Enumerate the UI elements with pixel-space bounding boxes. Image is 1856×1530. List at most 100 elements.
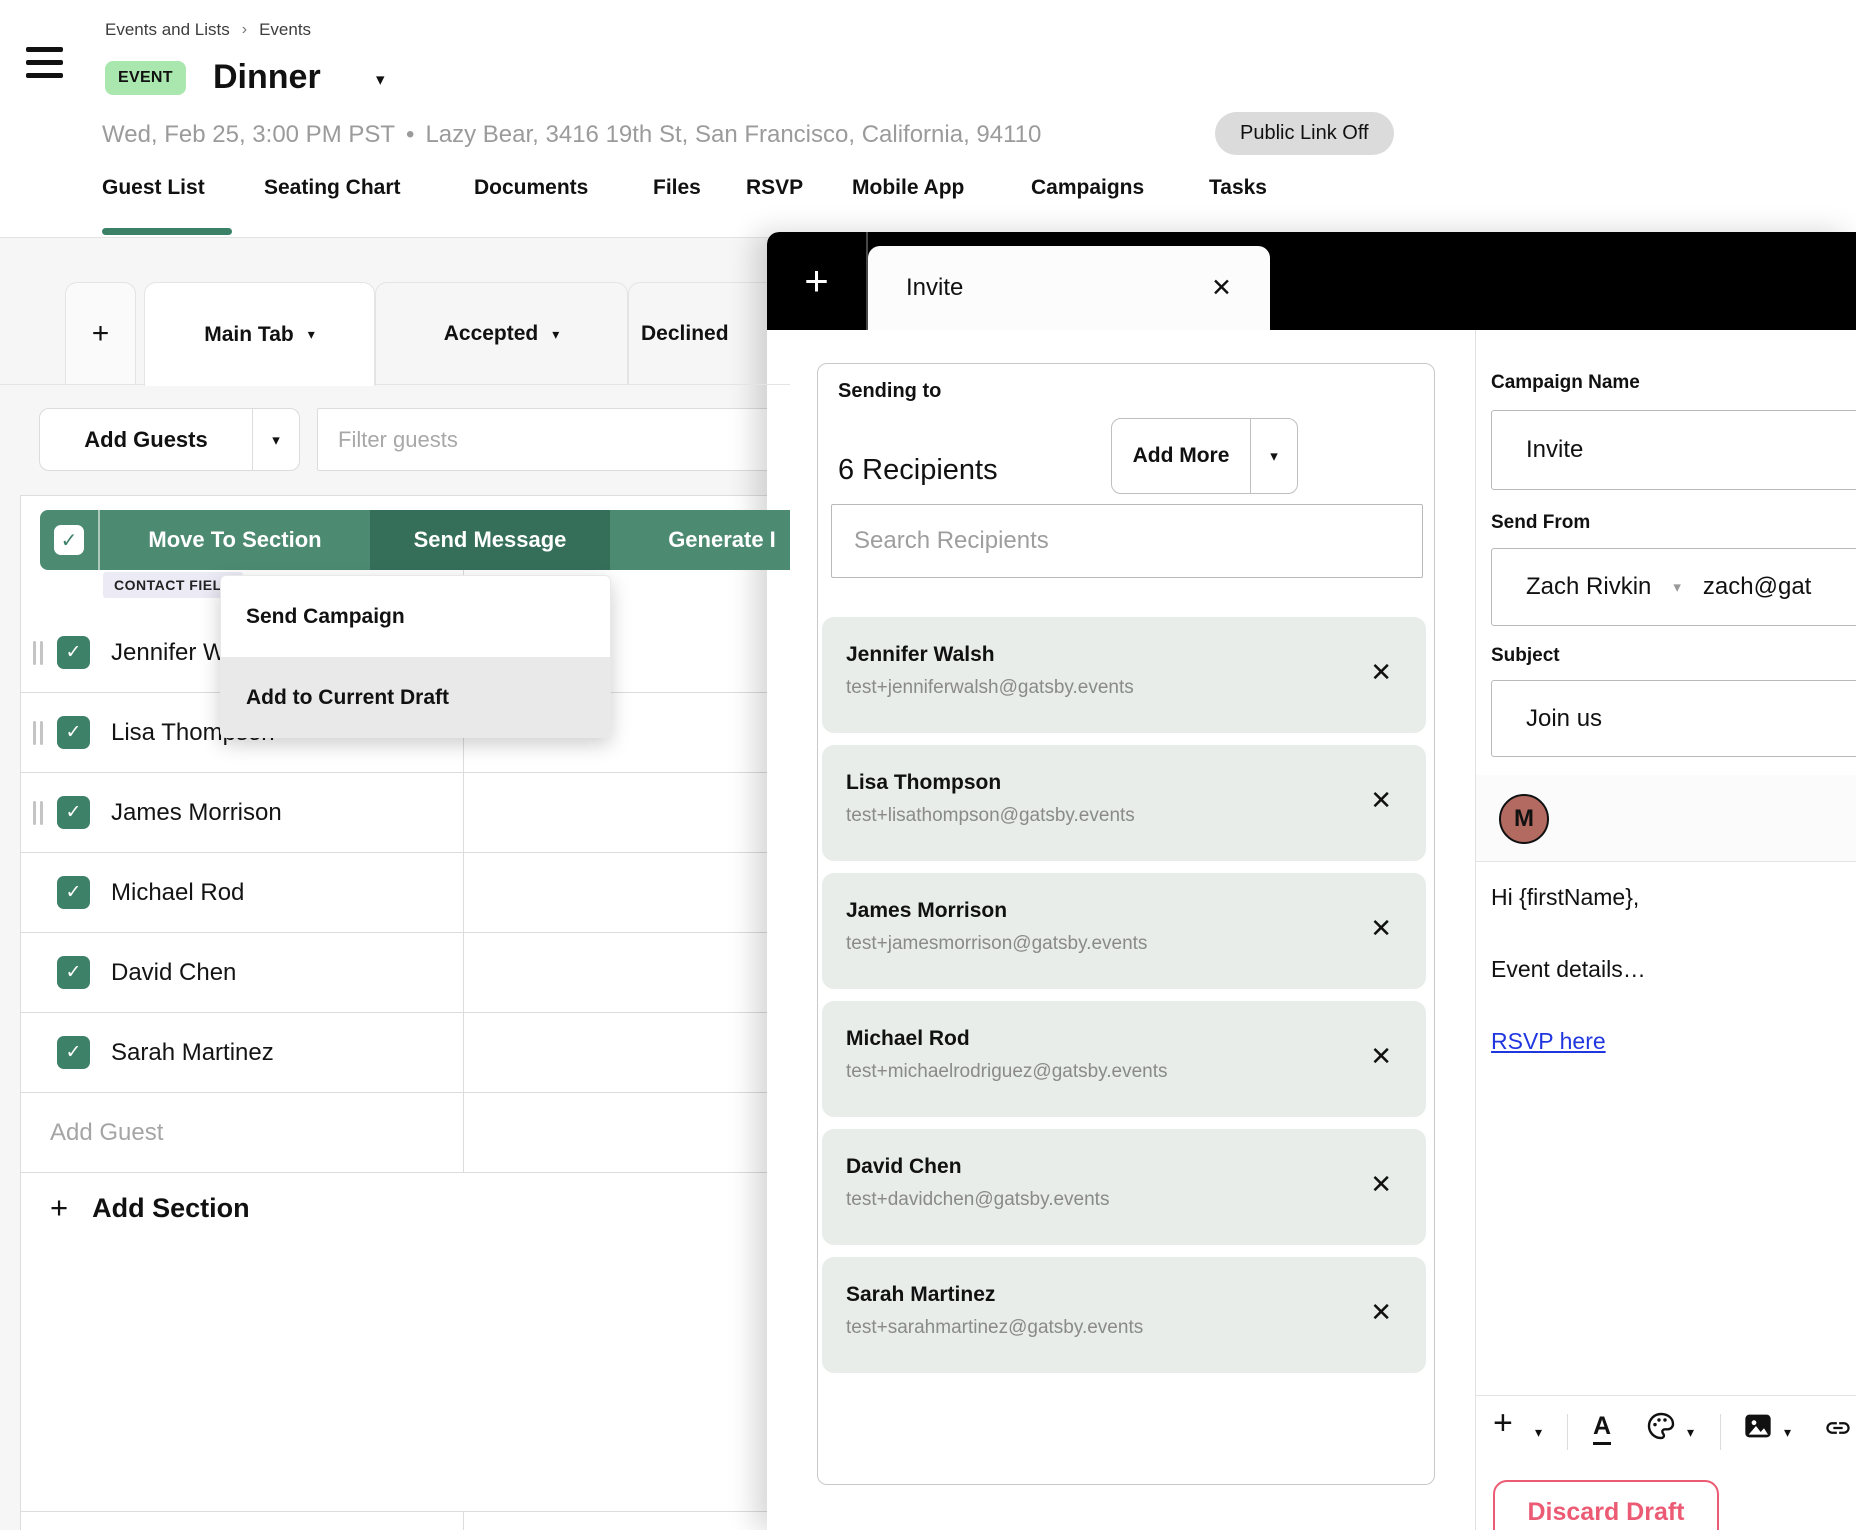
add-section-button[interactable]: + Add Section [50, 1190, 250, 1226]
recipient-card: David Chen test+davidchen@gatsby.events … [822, 1129, 1426, 1245]
recipient-name: David Chen [846, 1155, 962, 1179]
guest-row[interactable]: ✓ Sarah Martinez [20, 1013, 790, 1093]
generate-button[interactable]: Generate I [610, 510, 790, 570]
discard-draft-button[interactable]: Discard Draft [1493, 1480, 1719, 1530]
event-subtitle: Wed, Feb 25, 3:00 PM PST • Lazy Bear, 34… [102, 121, 1041, 149]
add-guests-label: Add Guests [40, 409, 252, 470]
draft-tab-invite[interactable]: Invite ✕ [868, 246, 1270, 330]
add-section-label: Add Section [92, 1193, 250, 1224]
insert-plus-icon[interactable]: + [1493, 1404, 1513, 1443]
add-more-caret-down-icon[interactable]: ▾ [1250, 419, 1297, 493]
add-guest-row[interactable]: Add Guest [20, 1093, 790, 1173]
toolbar-divider [1720, 1414, 1721, 1450]
guest-checkbox[interactable]: ✓ [57, 636, 90, 669]
add-list-tab-button[interactable]: + [65, 282, 136, 385]
guest-name: Sarah Martinez [111, 1039, 274, 1067]
public-link-label: Public Link Off [1240, 122, 1369, 145]
insert-link-icon[interactable] [1820, 1414, 1856, 1447]
tab-seating-chart[interactable]: Seating Chart [264, 176, 401, 200]
send-message-button[interactable]: Send Message [370, 510, 610, 570]
check-icon: ✓ [66, 1041, 82, 1064]
list-tab-accepted[interactable]: Accepted ▾ [375, 282, 628, 385]
menu-item-add-to-current-draft[interactable]: Add to Current Draft [221, 657, 610, 738]
recipient-name: James Morrison [846, 899, 1007, 923]
list-tab-main[interactable]: Main Tab ▾ [144, 282, 375, 386]
recipient-name: Michael Rod [846, 1027, 970, 1051]
event-datetime: Wed, Feb 25, 3:00 PM PST [102, 121, 395, 149]
recipient-email: test+davidchen@gatsby.events [846, 1189, 1109, 1211]
guest-row[interactable]: ✓ James Morrison [20, 773, 790, 853]
guest-checkbox[interactable]: ✓ [57, 1036, 90, 1069]
campaign-name-input[interactable] [1491, 410, 1856, 490]
remove-recipient-icon[interactable]: ✕ [1370, 785, 1392, 816]
plus-icon: + [804, 257, 829, 305]
add-guests-caret-down-icon[interactable]: ▾ [252, 409, 299, 470]
send-from-select[interactable]: Zach Rivkin ▾ zach@gat [1491, 548, 1856, 626]
tab-rsvp[interactable]: RSVP [746, 176, 803, 200]
plus-icon: + [92, 317, 110, 351]
list-tab-declined-label: Declined [641, 322, 729, 346]
guest-name: Michael Rod [111, 879, 244, 907]
insert-caret-down-icon[interactable]: ▾ [1535, 1424, 1542, 1441]
recipient-name: Lisa Thompson [846, 771, 1001, 795]
tab-files[interactable]: Files [653, 176, 701, 200]
guest-checkbox[interactable]: ✓ [57, 796, 90, 829]
remove-recipient-icon[interactable]: ✕ [1370, 1169, 1392, 1200]
tab-documents[interactable]: Documents [474, 176, 588, 200]
menu-item-send-campaign[interactable]: Send Campaign [221, 576, 610, 657]
active-tab-underline [102, 228, 232, 235]
check-icon: ✓ [61, 528, 78, 553]
check-icon: ✓ [66, 961, 82, 984]
event-location: Lazy Bear, 3416 19th St, San Francisco, … [425, 121, 1041, 149]
check-icon: ✓ [66, 721, 82, 744]
campaign-draft-modal: + Invite ✕ Sending to 6 Recipients Add M… [767, 232, 1856, 1530]
move-to-section-button[interactable]: Move To Section [100, 510, 370, 570]
remove-recipient-icon[interactable]: ✕ [1370, 1041, 1392, 1072]
tab-campaigns[interactable]: Campaigns [1031, 176, 1144, 200]
filter-guests-input[interactable] [317, 408, 790, 471]
palette-icon[interactable] [1645, 1410, 1677, 1447]
guest-checkbox[interactable]: ✓ [57, 876, 90, 909]
remove-recipient-icon[interactable]: ✕ [1370, 913, 1392, 944]
bullet-separator: • [406, 121, 414, 149]
add-more-button[interactable]: Add More ▾ [1111, 418, 1298, 494]
select-all-checkbox[interactable]: ✓ [54, 525, 84, 555]
drag-handle-icon[interactable] [33, 801, 43, 825]
guest-name: David Chen [111, 959, 236, 987]
tab-mobile-app[interactable]: Mobile App [852, 176, 964, 200]
event-type-badge: EVENT [105, 61, 186, 95]
guest-row[interactable]: ✓ David Chen [20, 933, 790, 1013]
breadcrumb-events-and-lists[interactable]: Events and Lists [105, 20, 230, 40]
drag-handle-icon[interactable] [33, 721, 43, 745]
image-caret-down-icon[interactable]: ▾ [1784, 1424, 1791, 1441]
insert-image-icon[interactable] [1742, 1410, 1774, 1447]
recipients-section: Sending to 6 Recipients Add More ▾ Jenni… [817, 363, 1435, 1485]
public-link-toggle[interactable]: Public Link Off [1215, 112, 1394, 155]
guest-row[interactable]: ✓ Michael Rod [20, 853, 790, 933]
title-caret-down-icon[interactable]: ▾ [376, 70, 385, 90]
email-body-details: Event details… [1491, 956, 1646, 983]
compose-column-divider [1475, 330, 1476, 1530]
close-icon[interactable]: ✕ [1211, 273, 1232, 303]
guest-checkbox[interactable]: ✓ [57, 716, 90, 749]
guest-checkbox[interactable]: ✓ [57, 956, 90, 989]
subject-input[interactable] [1491, 680, 1856, 757]
chevron-right-icon: › [242, 21, 247, 39]
tab-tasks[interactable]: Tasks [1209, 176, 1267, 200]
select-all-cell[interactable]: ✓ [40, 510, 100, 570]
remove-recipient-icon[interactable]: ✕ [1370, 657, 1392, 688]
remove-recipient-icon[interactable]: ✕ [1370, 1297, 1392, 1328]
add-guests-button[interactable]: Add Guests ▾ [39, 408, 300, 471]
drag-handle-icon[interactable] [33, 641, 43, 665]
search-recipients-input[interactable] [831, 504, 1423, 578]
divider [1476, 861, 1856, 862]
tab-guest-list[interactable]: Guest List [102, 176, 205, 200]
new-draft-tab-button[interactable]: + [767, 232, 866, 330]
recipient-card: James Morrison test+jamesmorrison@gatsby… [822, 873, 1426, 989]
palette-caret-down-icon[interactable]: ▾ [1687, 1424, 1694, 1441]
text-color-icon[interactable]: A [1593, 1412, 1611, 1445]
breadcrumb-events[interactable]: Events [259, 20, 311, 40]
rsvp-link[interactable]: RSVP here [1491, 1028, 1606, 1055]
hamburger-menu-icon[interactable] [26, 47, 63, 78]
subject-label: Subject [1491, 645, 1560, 667]
